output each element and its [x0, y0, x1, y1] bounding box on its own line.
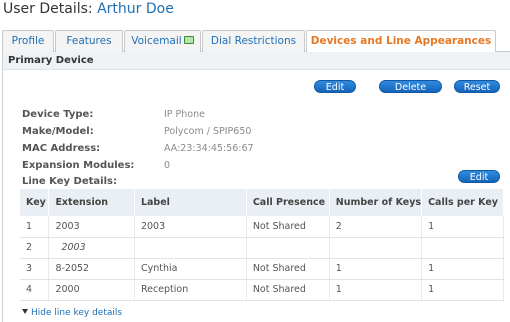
- tab-profile-label: Profile: [11, 35, 45, 47]
- delete-device-button[interactable]: Delete: [379, 80, 442, 93]
- extension-cell: 2000: [48, 279, 135, 301]
- table-row: 3 8-2052 Cynthia Not Shared 1 1: [20, 258, 504, 280]
- tab-features[interactable]: Features: [55, 30, 123, 52]
- number-of-keys-cell: 1: [329, 279, 423, 301]
- table-row: 1 2003 2003 Not Shared 2 1: [20, 216, 504, 238]
- call-presence-cell: Not Shared: [246, 258, 330, 280]
- table-header-row: Key Extension Label Call Presence Number…: [20, 189, 504, 216]
- calls-per-key-cell: [421, 237, 504, 259]
- tab-bar: Profile Features Voicemail Dial Restrict…: [2, 30, 510, 53]
- key-cell: 4: [20, 279, 50, 301]
- number-of-keys-cell: 1: [329, 258, 423, 280]
- tab-voicemail[interactable]: Voicemail: [124, 30, 201, 52]
- tab-dial-restrictions-label: Dial Restrictions: [210, 35, 297, 47]
- hide-line-key-details-link[interactable]: Hide line key details: [22, 308, 122, 318]
- key-cell: 3: [20, 258, 50, 280]
- devices-panel: Primary Device Edit Delete Reset Device …: [2, 52, 510, 322]
- page-title: User Details: Arthur Doe: [3, 1, 174, 17]
- label-cell: Cynthia: [134, 258, 247, 280]
- extension-cell: 2003: [48, 216, 135, 238]
- table-row: 2 2003: [20, 237, 504, 259]
- call-presence-cell: [246, 237, 330, 259]
- label-cell: [134, 237, 247, 259]
- calls-per-key-cell: 1: [421, 258, 504, 280]
- number-of-keys-cell: [329, 237, 423, 259]
- label-cell: 2003: [134, 216, 247, 238]
- label-cell: Reception: [134, 279, 247, 301]
- column-header-label: Label: [134, 189, 247, 216]
- make-model-label: Make/Model:: [22, 126, 94, 137]
- primary-device-header: Primary Device: [3, 52, 510, 70]
- expansion-modules-label: Expansion Modules:: [22, 160, 135, 171]
- calls-per-key-cell: 1: [421, 279, 504, 301]
- voicemail-status-icon: [183, 36, 194, 44]
- column-header-extension: Extension: [48, 189, 135, 216]
- device-type-value: IP Phone: [164, 109, 205, 120]
- tab-devices-and-line-appearances[interactable]: Devices and Line Appearances: [306, 30, 496, 53]
- hide-line-key-details-label: Hide line key details: [31, 308, 123, 318]
- extension-cell: 2003: [48, 237, 135, 259]
- extension-cell: 8-2052: [48, 258, 135, 280]
- device-type-label: Device Type:: [22, 109, 94, 120]
- make-model-value: Polycom / SPIP650: [164, 126, 252, 137]
- reset-device-button[interactable]: Reset: [454, 80, 500, 93]
- edit-line-keys-button[interactable]: Edit: [458, 170, 500, 183]
- call-presence-cell: Not Shared: [246, 279, 330, 301]
- edit-device-button[interactable]: Edit: [314, 80, 356, 93]
- column-header-calls-per-key: Calls per Key: [421, 189, 504, 216]
- expansion-modules-value: 0: [164, 160, 171, 171]
- line-key-table: Key Extension Label Call Presence Number…: [20, 189, 504, 301]
- column-header-number-of-keys: Number of Keys: [329, 189, 423, 216]
- tab-dial-restrictions[interactable]: Dial Restrictions: [202, 30, 305, 52]
- mac-address-label: MAC Address:: [22, 143, 101, 154]
- calls-per-key-cell: 1: [421, 216, 504, 238]
- key-cell: 1: [20, 216, 50, 238]
- tab-devices-label: Devices and Line Appearances: [310, 35, 492, 47]
- user-name: Arthur Doe: [97, 1, 174, 17]
- tab-features-label: Features: [66, 35, 112, 47]
- call-presence-cell: Not Shared: [246, 216, 330, 238]
- tab-profile[interactable]: Profile: [2, 30, 54, 52]
- table-row: 4 2000 Reception Not Shared 1 1: [20, 279, 504, 301]
- collapse-triangle-icon: [22, 309, 28, 314]
- mac-address-value: AA:23:34:45:56:67: [164, 143, 254, 154]
- tab-voicemail-label: Voicemail: [131, 35, 182, 47]
- column-header-call-presence: Call Presence: [246, 189, 330, 216]
- number-of-keys-cell: 2: [329, 216, 423, 238]
- line-key-details-title: Line Key Details:: [22, 176, 117, 187]
- column-header-key: Key: [20, 189, 50, 216]
- key-cell: 2: [20, 237, 50, 259]
- page-title-prefix: User Details:: [3, 1, 93, 17]
